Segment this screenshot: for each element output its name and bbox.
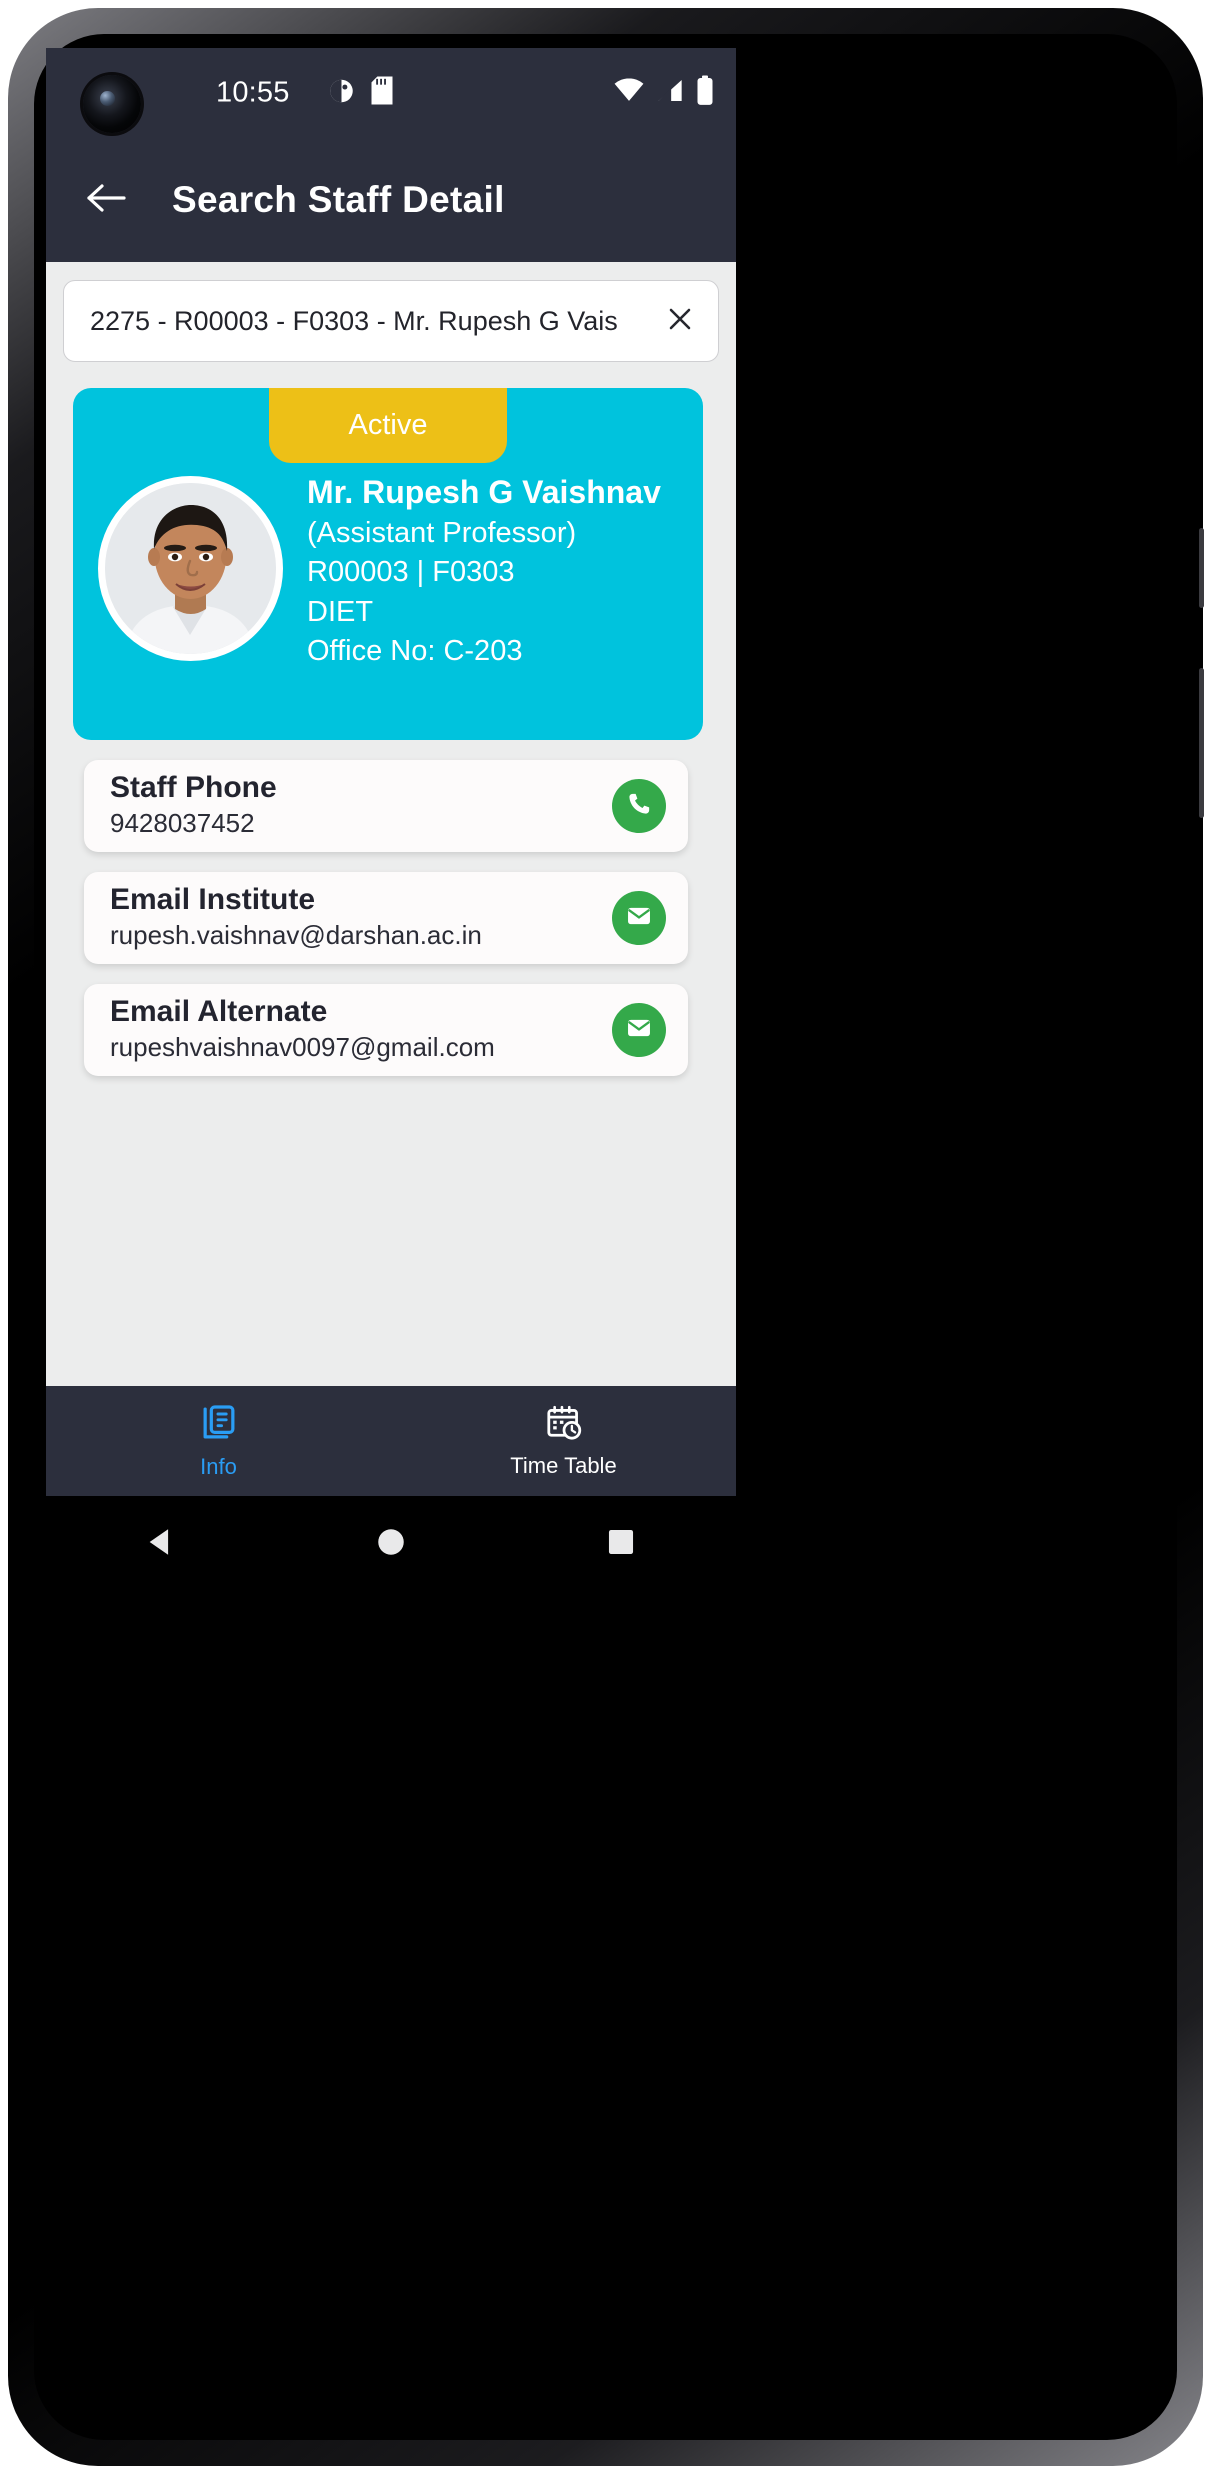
tab-time-table-label: Time Table (510, 1452, 617, 1478)
search-input[interactable]: 2275 - R00003 - F0303 - Mr. Rupesh G Vai… (90, 306, 650, 337)
page-title: Search Staff Detail (172, 179, 505, 220)
contact-label: Email Institute (110, 882, 316, 916)
contact-card-email-alternate[interactable]: Email Alternate rupeshvaishnav0097@gmail… (84, 984, 688, 1076)
avatar (98, 476, 283, 661)
mail-icon (625, 902, 653, 935)
contact-value: rupeshvaishnav0097@gmail.com (110, 1032, 495, 1063)
staff-name: Mr. Rupesh G Vaishnav (307, 474, 661, 510)
calendar-clock-icon (545, 1404, 583, 1447)
front-camera-punch-hole (83, 75, 141, 133)
phone-screen: 10:55 Search Staff Detail 2275 - R00003 … (46, 48, 736, 1496)
arrow-left-icon (85, 181, 127, 220)
triangle-back-icon (144, 1525, 178, 1564)
tab-info[interactable]: Info (46, 1386, 391, 1496)
status-bar: 10:55 (46, 48, 736, 138)
phone-icon (625, 790, 653, 823)
system-back-button[interactable] (144, 1525, 178, 1564)
tab-info-label: Info (200, 1453, 237, 1479)
staff-office: Office No: C-203 (307, 634, 523, 667)
email-institute-button[interactable] (612, 891, 666, 945)
page-content: 2275 - R00003 - F0303 - Mr. Rupesh G Vai… (46, 262, 736, 1386)
email-alternate-button[interactable] (612, 1003, 666, 1057)
staff-search-field[interactable]: 2275 - R00003 - F0303 - Mr. Rupesh G Vai… (63, 280, 719, 362)
contact-value: rupesh.vaishnav@darshan.ac.in (110, 920, 482, 951)
contact-card-email-institute[interactable]: Email Institute rupesh.vaishnav@darshan.… (84, 872, 688, 964)
square-recents-icon (604, 1525, 638, 1564)
staff-designation: (Assistant Professor) (307, 517, 577, 549)
do-not-disturb-icon (328, 77, 355, 109)
status-badge: Active (269, 388, 507, 463)
info-document-icon (199, 1403, 239, 1448)
status-bar-left-icons (328, 76, 393, 110)
staff-profile-card: Active Mr. Rupesh G Vaishnav (Assistant … (73, 388, 703, 740)
volume-button[interactable] (1199, 668, 1204, 818)
status-bar-right-icons (614, 75, 714, 111)
contact-label: Email Alternate (110, 994, 328, 1028)
staff-codes: R00003 | F0303 (307, 556, 515, 589)
staff-profile-details: Mr. Rupesh G Vaishnav (Assistant Profess… (307, 472, 693, 669)
contact-card-staff-phone[interactable]: Staff Phone 9428037452 (84, 760, 688, 852)
status-bar-clock: 10:55 (216, 76, 290, 109)
phone-device-frame: 10:55 Search Staff Detail 2275 - R00003 … (8, 8, 1204, 2466)
sd-card-icon (371, 76, 393, 110)
power-button[interactable] (1199, 528, 1204, 608)
contact-label: Staff Phone (110, 770, 277, 804)
system-navigation-bar (46, 1496, 736, 1592)
app-bar: Search Staff Detail (46, 138, 736, 262)
clear-search-button[interactable] (650, 291, 710, 351)
wifi-icon (614, 78, 644, 108)
close-icon (663, 302, 697, 341)
circle-home-icon (374, 1525, 408, 1564)
battery-icon (696, 75, 714, 111)
call-button[interactable] (612, 779, 666, 833)
back-button[interactable] (78, 172, 134, 228)
mail-icon (625, 1014, 653, 1047)
tab-time-table[interactable]: Time Table (391, 1386, 736, 1496)
staff-department: DIET (307, 595, 374, 628)
bottom-navigation-bar: Info Time Table (46, 1386, 736, 1496)
system-home-button[interactable] (374, 1525, 408, 1564)
contact-value: 9428037452 (110, 808, 255, 839)
cellular-signal-icon (656, 79, 684, 108)
system-recents-button[interactable] (604, 1525, 638, 1564)
